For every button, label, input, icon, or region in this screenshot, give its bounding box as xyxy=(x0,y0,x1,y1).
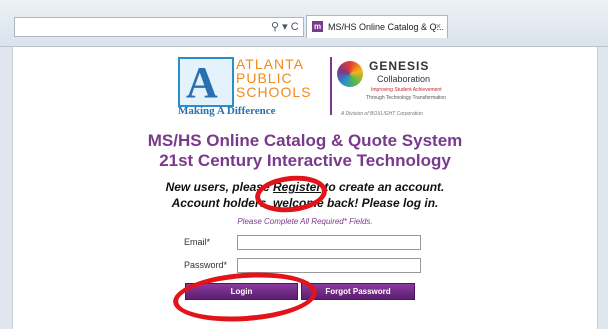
email-field[interactable] xyxy=(237,235,421,250)
aps-line2: PUBLIC xyxy=(236,70,293,86)
genesis-orb-icon xyxy=(337,61,363,87)
page-content: A ATLANTA PUBLIC SCHOOLS Making A Differ… xyxy=(12,47,598,329)
logo-divider xyxy=(330,57,332,115)
browser-toolbar: ⚲ ▾ C m MS/HS Online Catalog & Q... × xyxy=(0,0,608,47)
genesis-tagline-1: Improving Student Achievement xyxy=(371,87,442,93)
aps-letter-mark: A xyxy=(178,57,234,107)
aps-letter: A xyxy=(186,58,218,107)
aps-line3: SCHOOLS xyxy=(236,84,312,100)
tab-close-icon[interactable]: × xyxy=(436,21,441,31)
required-fields-note: Please Complete All Required* Fields. xyxy=(237,217,373,226)
login-highlight-circle xyxy=(171,268,319,326)
search-refresh-controls[interactable]: ⚲ ▾ C xyxy=(271,20,299,33)
atlanta-public-schools-logo: A ATLANTA PUBLIC SCHOOLS Making A Differ… xyxy=(178,57,326,117)
email-label: Email* xyxy=(184,237,211,247)
password-label: Password* xyxy=(184,260,228,270)
aps-line1: ATLANTA xyxy=(236,56,304,72)
new-user-text-after: to create an account. xyxy=(321,180,445,194)
password-field[interactable] xyxy=(237,258,421,273)
genesis-division-note: A Division of BOXLIGHT Corporation xyxy=(341,111,423,117)
genesis-title: GENESIS xyxy=(369,59,430,73)
tab-title: MS/HS Online Catalog & Q... xyxy=(328,22,445,32)
aps-wordmark: ATLANTA PUBLIC SCHOOLS xyxy=(236,57,311,99)
forgot-password-button[interactable]: Forgot Password xyxy=(301,283,415,300)
genesis-tagline-2: Through Technology Transformation xyxy=(366,95,446,101)
genesis-subtitle: Collaboration xyxy=(377,74,431,84)
address-bar[interactable] xyxy=(14,17,304,37)
aps-tagline: Making A Difference xyxy=(178,105,276,117)
page-title: MS/HS Online Catalog & Quote System xyxy=(147,131,463,150)
browser-tab[interactable]: m MS/HS Online Catalog & Q... × xyxy=(306,15,448,38)
site-favicon-icon: m xyxy=(312,21,323,32)
page-subtitle: 21st Century Interactive Technology xyxy=(159,151,451,170)
